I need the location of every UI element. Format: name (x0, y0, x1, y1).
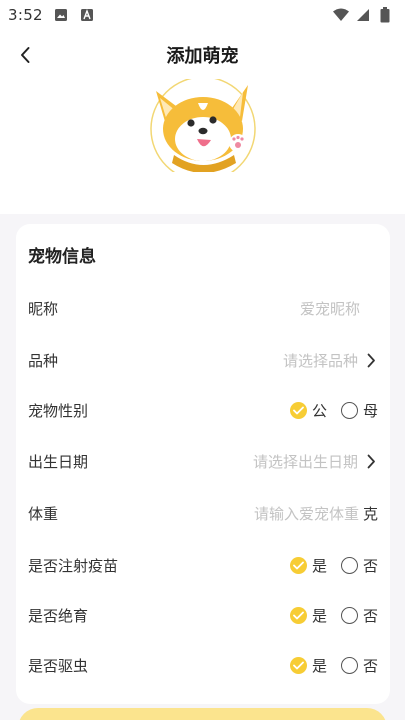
radio-checked-icon (289, 656, 307, 674)
radio-unchecked-icon (340, 656, 358, 674)
dewormed-yes-label: 是 (311, 656, 327, 675)
birthday-row[interactable]: 出生日期 请选择出生日期 (16, 436, 390, 486)
status-time: 3:52 (8, 6, 43, 24)
neutered-radio-group: 是 否 (289, 605, 378, 626)
dewormed-radio-group: 是 否 (289, 655, 378, 676)
section-title: 宠物信息 (28, 247, 96, 267)
neutered-yes-label: 是 (311, 606, 327, 625)
neutered-label: 是否绝育 (28, 606, 89, 625)
birthday-select[interactable]: 请选择出生日期 (253, 451, 358, 472)
weight-input[interactable]: 请输入爱宠体重 (254, 503, 359, 524)
neutered-yes-option[interactable]: 是 (289, 605, 327, 626)
wifi-icon (333, 7, 349, 23)
birthday-label: 出生日期 (28, 452, 89, 471)
back-arrow-icon (21, 47, 30, 63)
radio-checked-icon (289, 401, 307, 419)
gender-label: 宠物性别 (28, 401, 89, 420)
status-bar: 3:52 (0, 0, 405, 30)
vaccinated-yes-label: 是 (311, 556, 327, 575)
pet-info-card: 宠物信息 昵称 爱宠昵称 品种 请选择品种 宠物性别 公 母 出生日期 请选择出… (16, 224, 390, 704)
neutered-no-option[interactable]: 否 (340, 605, 378, 626)
dewormed-label: 是否驱虫 (28, 656, 89, 675)
radio-unchecked-icon (340, 606, 358, 624)
vaccinated-row: 是否注射疫苗 是 否 (16, 540, 390, 590)
neutered-no-label: 否 (362, 606, 378, 625)
weight-row: 体重 请输入爱宠体重 克 (16, 488, 390, 538)
vaccinated-no-option[interactable]: 否 (340, 555, 378, 576)
dewormed-no-label: 否 (362, 656, 378, 675)
chevron-right-icon (364, 352, 378, 368)
radio-checked-icon (289, 556, 307, 574)
gender-male-label: 公 (311, 401, 327, 420)
vaccinated-label: 是否注射疫苗 (28, 556, 119, 575)
submit-button[interactable] (18, 708, 387, 720)
gender-male-option[interactable]: 公 (289, 400, 327, 421)
neutered-row: 是否绝育 是 否 (16, 590, 390, 640)
pet-avatar[interactable] (150, 79, 256, 172)
vaccinated-radio-group: 是 否 (289, 555, 378, 576)
weight-label: 体重 (28, 504, 59, 523)
weight-unit: 克 (362, 504, 378, 523)
dewormed-row: 是否驱虫 是 否 (16, 640, 390, 690)
gender-female-label: 母 (362, 401, 378, 420)
radio-unchecked-icon (340, 556, 358, 574)
gender-row: 宠物性别 公 母 (16, 385, 390, 435)
nickname-input[interactable]: 爱宠昵称 (300, 298, 360, 319)
dewormed-yes-option[interactable]: 是 (289, 655, 327, 676)
nickname-label: 昵称 (28, 299, 59, 318)
page-title: 添加萌宠 (166, 46, 239, 67)
text-a-icon (79, 7, 95, 23)
breed-label: 品种 (28, 351, 59, 370)
back-button[interactable] (8, 38, 42, 72)
gender-radio-group: 公 母 (289, 400, 378, 421)
battery-icon (377, 7, 393, 23)
corgi-avatar-image (150, 79, 256, 172)
cell-signal-icon (355, 7, 371, 23)
vaccinated-no-label: 否 (362, 556, 378, 575)
gender-female-option[interactable]: 母 (340, 400, 378, 421)
breed-row[interactable]: 品种 请选择品种 (16, 335, 390, 385)
radio-unchecked-icon (340, 401, 358, 419)
vaccinated-yes-option[interactable]: 是 (289, 555, 327, 576)
chevron-right-icon (364, 453, 378, 469)
image-icon (53, 7, 69, 23)
nickname-row: 昵称 爱宠昵称 (16, 283, 390, 333)
nav-bar: 添加萌宠 (0, 30, 405, 80)
breed-select[interactable]: 请选择品种 (283, 350, 358, 371)
header-section: 添加萌宠 (0, 30, 405, 214)
dewormed-no-option[interactable]: 否 (340, 655, 378, 676)
radio-checked-icon (289, 606, 307, 624)
